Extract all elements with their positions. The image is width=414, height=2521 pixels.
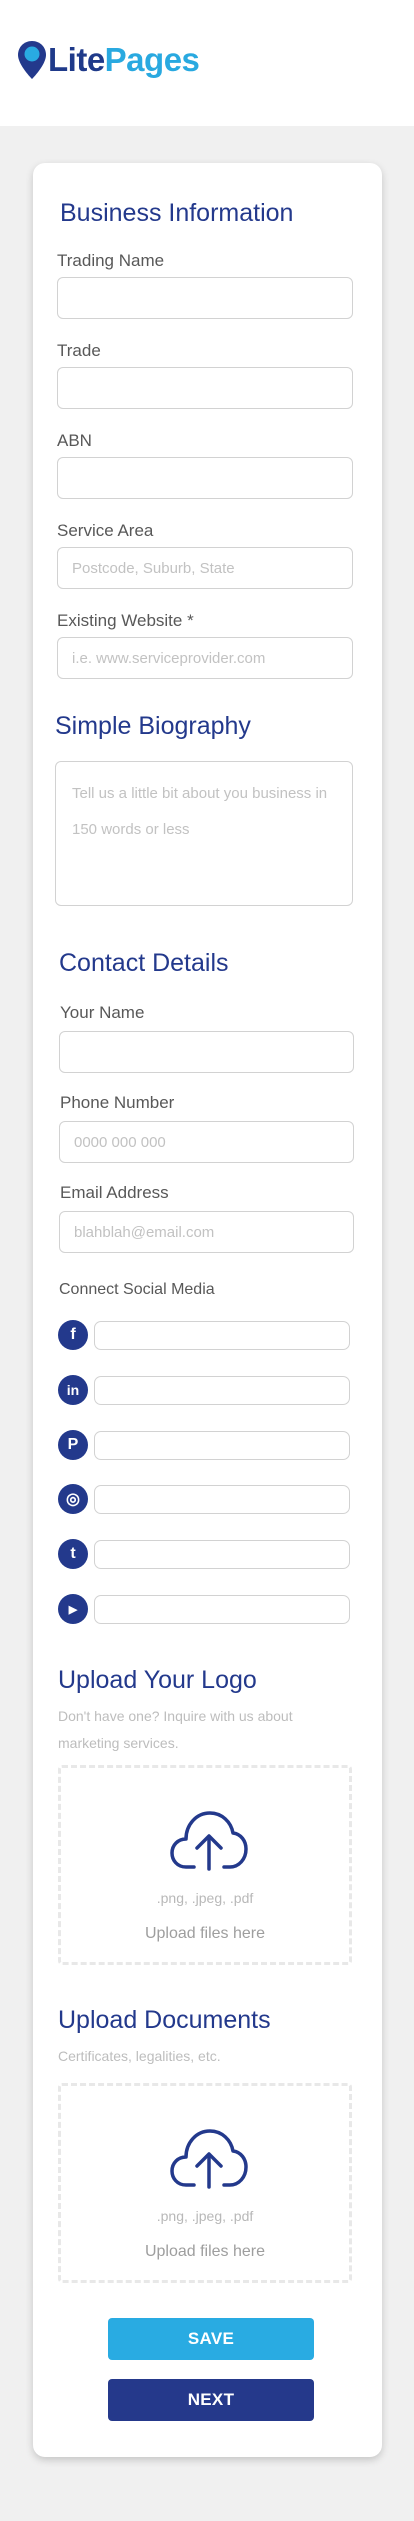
facebook-icon: f xyxy=(58,1320,88,1350)
upload-logo-title: Upload Your Logo xyxy=(58,1666,257,1694)
next-button[interactable]: NEXT xyxy=(108,2379,314,2421)
upload-documents-title: Upload Documents xyxy=(58,2006,271,2034)
social-row-twitter: t xyxy=(58,1539,358,1569)
social-row-linkedin: in xyxy=(58,1375,358,1405)
phone-number-label: Phone Number xyxy=(60,1093,175,1112)
email-address-input[interactable] xyxy=(59,1211,354,1253)
social-media-label: Connect Social Media xyxy=(59,1281,215,1298)
linkedin-icon: in xyxy=(58,1375,88,1405)
service-area-label: Service Area xyxy=(57,521,154,540)
map-pin-icon xyxy=(18,41,46,79)
trading-name-label: Trading Name xyxy=(57,251,165,270)
social-row-pinterest: P xyxy=(58,1430,358,1460)
logo-dropzone[interactable]: .png, .jpeg, .pdf Upload files here xyxy=(58,1765,352,1965)
header: LitePages xyxy=(0,0,414,126)
logo-upload-hint: Upload files here xyxy=(144,1925,266,1942)
abn-input[interactable] xyxy=(57,457,353,499)
registration-form-card: Business Information Trading Name Trade … xyxy=(33,163,382,2457)
social-row-facebook: f xyxy=(58,1320,358,1350)
abn-label: ABN xyxy=(57,431,92,450)
documents-upload-hint: Upload files here xyxy=(144,2243,266,2260)
youtube-icon: ▶ xyxy=(58,1594,88,1624)
social-row-instagram: ◎ xyxy=(58,1484,358,1514)
cloud-upload-icon xyxy=(170,1811,248,1871)
logo-text-lite: Lite xyxy=(48,41,105,78)
instagram-icon: ◎ xyxy=(58,1484,88,1514)
biography-section-title: Simple Biography xyxy=(55,712,251,740)
cloud-upload-icon xyxy=(170,2129,248,2189)
social-row-youtube: ▶ xyxy=(58,1594,358,1624)
biography-textarea[interactable] xyxy=(55,761,353,906)
documents-file-types: .png, .jpeg, .pdf xyxy=(156,2208,254,2224)
contact-section-title: Contact Details xyxy=(59,949,229,977)
your-name-label: Your Name xyxy=(60,1003,145,1022)
business-section-title: Business Information xyxy=(60,199,294,227)
your-name-input[interactable] xyxy=(59,1031,354,1073)
upload-documents-subtitle: Certificates, legalities, etc. xyxy=(58,2048,221,2064)
pinterest-icon: P xyxy=(58,1430,88,1460)
logo-file-types: .png, .jpeg, .pdf xyxy=(156,1890,254,1906)
trading-name-input[interactable] xyxy=(57,277,353,319)
twitter-input[interactable] xyxy=(94,1540,350,1569)
instagram-input[interactable] xyxy=(94,1485,350,1514)
documents-dropzone[interactable]: .png, .jpeg, .pdf Upload files here xyxy=(58,2083,352,2283)
service-area-input[interactable] xyxy=(57,547,353,589)
save-button[interactable]: SAVE xyxy=(108,2318,314,2360)
youtube-input[interactable] xyxy=(94,1595,350,1624)
litepages-logo[interactable]: LitePages xyxy=(17,39,200,81)
pinterest-input[interactable] xyxy=(94,1431,350,1460)
logo-text: LitePages xyxy=(48,41,200,79)
website-input[interactable] xyxy=(57,637,353,679)
linkedin-input[interactable] xyxy=(94,1376,350,1405)
logo-text-pages: Pages xyxy=(104,41,200,78)
email-address-label: Email Address xyxy=(60,1183,169,1202)
website-label: Existing Website * xyxy=(57,611,194,630)
trade-input[interactable] xyxy=(57,367,353,409)
trade-label: Trade xyxy=(57,341,101,360)
phone-number-input[interactable] xyxy=(59,1121,354,1163)
twitter-icon: t xyxy=(58,1539,88,1569)
facebook-input[interactable] xyxy=(94,1321,350,1350)
upload-logo-subtitle: Don't have one? Inquire with us about ma… xyxy=(58,1708,293,1751)
